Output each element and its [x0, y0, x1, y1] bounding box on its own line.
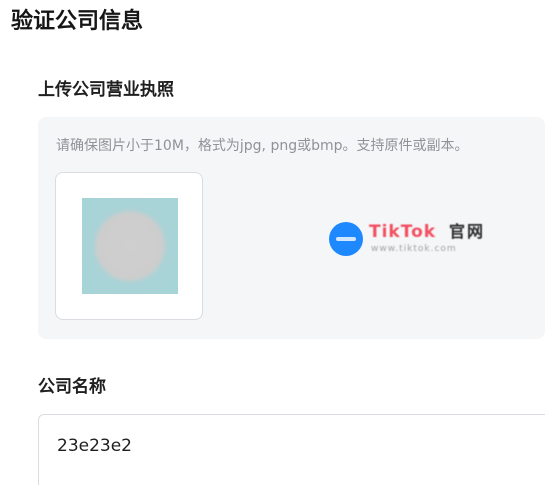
watermark: TikTok 官网 www.tiktok.com — [329, 217, 505, 259]
watermark-logo-icon — [329, 222, 363, 256]
verify-company-page: 验证公司信息 上传公司营业执照 请确保图片小于10M，格式为jpg, png或b… — [0, 0, 545, 485]
page-title: 验证公司信息 — [11, 9, 144, 34]
watermark-text: TikTok — [369, 222, 437, 242]
watermark-subtext: www.tiktok.com — [371, 244, 457, 254]
watermark-text-dark: 官网 — [449, 222, 486, 241]
license-upload-title: 上传公司营业执照 — [38, 80, 174, 100]
license-upload-hint: 请确保图片小于10M，格式为jpg, png或bmp。支持原件或副本。 — [56, 138, 469, 154]
uploaded-license-image — [82, 198, 178, 294]
company-name-label: 公司名称 — [38, 377, 106, 397]
company-name-value: 23e23e2 — [57, 436, 132, 456]
license-upload-panel: 请确保图片小于10M，格式为jpg, png或bmp。支持原件或副本。 TikT… — [38, 117, 545, 339]
company-name-input[interactable]: 23e23e2 — [38, 414, 545, 485]
license-upload-thumbnail[interactable] — [55, 172, 203, 320]
